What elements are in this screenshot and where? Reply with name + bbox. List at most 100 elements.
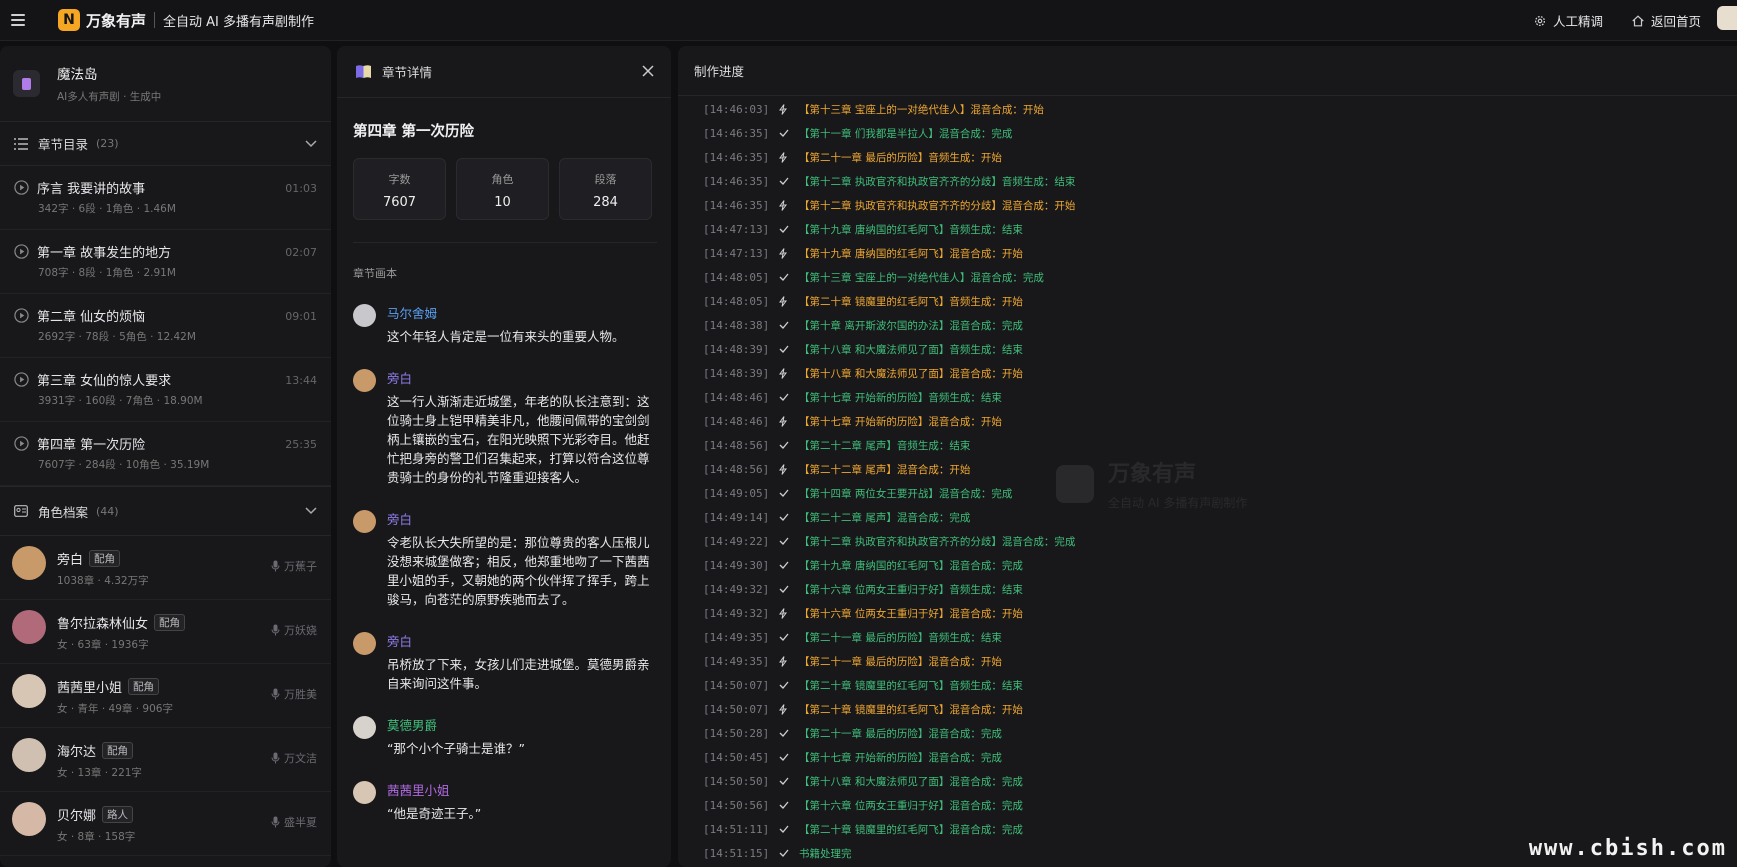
play-icon[interactable]: [14, 180, 29, 195]
lightning-icon: [779, 247, 797, 259]
log-message: 【第二十章 镜魔里的红毛阿飞】音频生成：结束: [799, 679, 1023, 692]
role-meta: 1038章 · 4.32万字: [57, 575, 149, 587]
role-item[interactable]: 海尔达 配角 女 · 13章 · 221字 万文洁: [0, 728, 331, 792]
log-row: [14:49:35] 【第二十一章 最后的历险】混音合成：开始: [678, 649, 1737, 673]
log-row: [14:47:13] 【第十九章 唐纳国的红毛阿飞】混音合成：开始: [678, 241, 1737, 265]
lightning-icon: [779, 151, 797, 163]
log-message: 【第二十章 镜魔里的红毛阿飞】混音合成：完成: [799, 823, 1023, 836]
role-voice[interactable]: 万蕉子: [271, 558, 317, 574]
detail-header-title: 章节详情: [382, 65, 433, 80]
log-timestamp: [14:46:03]: [703, 102, 770, 116]
microphone-icon: [271, 752, 280, 764]
speaker-name: 茜茜里小姐: [387, 783, 450, 798]
back-home-link[interactable]: 返回首页: [1631, 11, 1701, 30]
play-icon[interactable]: [14, 244, 29, 259]
log-row: [14:50:07] 【第二十章 镜魔里的红毛阿飞】音频生成：结束: [678, 673, 1737, 697]
script-line[interactable]: 旁白 这一行人渐渐走近城堡，年老的队长注意到：这位骑士身上铠甲精美非凡，他腰间佩…: [353, 368, 657, 487]
line-text: 这个年轻人肯定是一位有来头的重要人物。: [387, 329, 625, 344]
microphone-icon: [271, 624, 280, 636]
user-avatar[interactable]: [1717, 6, 1737, 30]
log-message: 【第十章 离开斯波尔国的办法】混音合成：完成: [799, 319, 1023, 332]
app-logo[interactable]: N 万象有声: [58, 9, 146, 31]
chapter-item[interactable]: 第二章 仙女的烦恼 09:01 2692字 · 78段 · 5角色 · 12.4…: [0, 294, 331, 358]
speaker-name: 旁白: [387, 371, 413, 386]
chapter-meta: 3931字 · 160段 · 7角色 · 18.90M: [38, 395, 203, 407]
line-text: “那个小个子骑士是谁？”: [387, 741, 525, 756]
chapter-duration: 09:01: [285, 310, 317, 323]
log-timestamp: [14:50:28]: [703, 726, 770, 740]
chapter-item[interactable]: 第一章 故事发生的地方 02:07 708字 · 8段 · 1角色 · 2.91…: [0, 230, 331, 294]
stat-value: 7607: [382, 195, 417, 210]
check-icon: [779, 537, 797, 545]
play-icon[interactable]: [14, 308, 29, 323]
chapter-item[interactable]: 第三章 女仙的惊人要求 13:44 3931字 · 160段 · 7角色 · 1…: [0, 358, 331, 422]
log-message: 【第二十二章 尾声】音频生成：结束: [799, 439, 971, 452]
top-bar: N 万象有声 全自动 AI 多播有声剧制作 人工精调 返回首页: [0, 0, 1737, 41]
log-timestamp: [14:46:35]: [703, 126, 770, 140]
log-message: 【第二十章 镜魔里的红毛阿飞】音频生成：开始: [799, 295, 1023, 308]
log-row: [14:49:30] 【第十九章 唐纳国的红毛阿飞】混音合成：完成: [678, 553, 1737, 577]
project-card[interactable]: 魔法岛 AI多人有声剧 · 生成中: [0, 46, 331, 122]
log-timestamp: [14:46:35]: [703, 198, 770, 212]
role-item[interactable]: 鲁尔拉森林仙女 配角 女 · 63章 · 1936字 万妖娆: [0, 600, 331, 664]
watermark-subtitle: 全自动 AI 多播有声剧制作: [1108, 496, 1248, 510]
check-icon: [779, 345, 797, 353]
play-icon[interactable]: [14, 372, 29, 387]
play-icon[interactable]: [14, 436, 29, 451]
log-message: 【第二十一章 最后的历险】音频生成：开始: [799, 151, 1002, 164]
lightning-icon: [779, 463, 797, 475]
role-name: 贝尔娜: [57, 809, 97, 824]
check-icon: [779, 561, 797, 569]
chapters-count: (23): [96, 137, 119, 150]
divider: [154, 12, 156, 28]
role-item[interactable]: 旁白 配角 1038章 · 4.32万字 万蕉子: [0, 536, 331, 600]
role-meta: 女 · 63章 · 1936字: [57, 639, 149, 651]
chevron-down-icon[interactable]: [305, 507, 317, 515]
role-voice[interactable]: 万胜美: [271, 686, 317, 702]
role-voice[interactable]: 万文洁: [271, 750, 317, 766]
script-line[interactable]: 茜茜里小姐 “他是奇迹王子。”: [353, 780, 657, 823]
list-icon: [14, 137, 28, 150]
log-row: [14:50:45] 【第十七章 开始新的历险】混音合成：完成: [678, 745, 1737, 769]
chapters-section-header[interactable]: 章节目录 (23): [0, 122, 331, 166]
script-line[interactable]: 旁白 令老队长大失所望的是：那位尊贵的客人压根儿没想来城堡做客；相反，他郑重地吻…: [353, 509, 657, 609]
lightning-icon: [779, 655, 797, 667]
manual-tune-link[interactable]: 人工精调: [1533, 11, 1603, 30]
log-timestamp: [14:48:56]: [703, 438, 770, 452]
chapter-item-selected[interactable]: 第四章 第一次历险 25:35 7607字 · 284段 · 10角色 · 35…: [0, 422, 331, 486]
log-timestamp: [14:50:45]: [703, 750, 770, 764]
logo-mark: N: [58, 9, 80, 31]
role-meta: 女 · 8章 · 158字: [57, 831, 136, 843]
log-message: 【第十九章 唐纳国的红毛阿飞】音频生成：结束: [799, 223, 1023, 236]
chapter-item[interactable]: 序言 我要讲的故事 01:03 342字 · 6段 · 1角色 · 1.46M: [0, 166, 331, 230]
close-icon[interactable]: [641, 64, 655, 78]
log-timestamp: [14:49:35]: [703, 630, 770, 644]
book-icon: [13, 70, 40, 97]
progress-header: 制作进度: [678, 46, 1737, 96]
script-line[interactable]: 莫德男爵 “那个小个子骑士是谁？”: [353, 715, 657, 758]
check-icon: [779, 225, 797, 233]
script-line[interactable]: 马尔舍姆 这个年轻人肯定是一位有来头的重要人物。: [353, 303, 657, 346]
menu-icon[interactable]: [4, 6, 32, 34]
log-timestamp: [14:49:32]: [703, 606, 770, 620]
speaker-name: 马尔舍姆: [387, 306, 438, 321]
roles-section-header[interactable]: 角色档案 (44): [0, 486, 331, 536]
check-icon: [779, 585, 797, 593]
log-message: 【第十九章 唐纳国的红毛阿飞】混音合成：完成: [799, 559, 1023, 572]
role-voice[interactable]: 盛半夏: [271, 814, 317, 830]
role-item[interactable]: 贝尔娜 路人 女 · 8章 · 158字 盛半夏: [0, 792, 331, 856]
role-item[interactable]: 茜茜里小姐 配角 女 · 青年 · 49章 · 906字 万胜美: [0, 664, 331, 728]
detail-header: 章节详情: [337, 46, 671, 98]
log-timestamp: [14:48:39]: [703, 366, 770, 380]
lightning-icon: [779, 367, 797, 379]
log-timestamp: [14:50:56]: [703, 798, 770, 812]
role-voice[interactable]: 万妖娆: [271, 622, 317, 638]
site-watermark: www.cbish.com: [1528, 836, 1727, 861]
roles-title: 角色档案: [38, 504, 89, 520]
script-line[interactable]: 旁白 吊桥放了下来，女孩儿们走进城堡。莫德男爵亲自来询问这件事。: [353, 631, 657, 693]
roles-count: (44): [96, 504, 119, 518]
project-meta: AI多人有声剧 · 生成中: [57, 91, 162, 103]
chevron-down-icon[interactable]: [305, 139, 317, 148]
log-timestamp: [14:48:05]: [703, 294, 770, 308]
log-row: [14:50:50] 【第十八章 和大魔法师见了面】混音合成：完成: [678, 769, 1737, 793]
